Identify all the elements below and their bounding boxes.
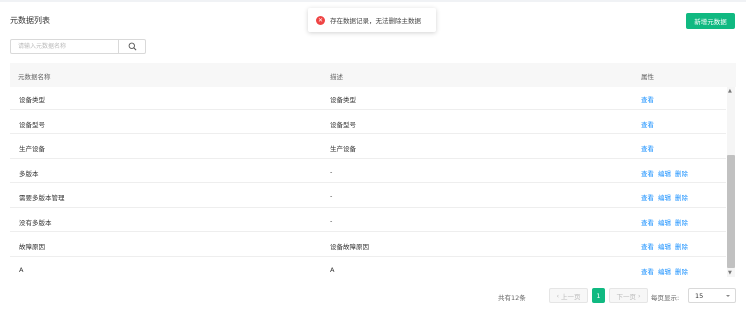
delete-link[interactable]: 删除 [675,219,688,227]
table-row: 生产设备 生产设备 查看 [10,134,726,159]
cell-description: 设备类型 [330,94,356,104]
cell-description: A [330,266,334,274]
cell-name: A [19,266,23,274]
table-row: 多版本 - 查看编辑删除 [10,159,726,184]
next-page-label: 下一页 [616,291,636,301]
table-body: 设备类型设备类型查看设备型号设备型号查看生产设备生产设备查看多版本-查看编辑删除… [10,87,736,277]
cell-actions: 查看编辑删除 [641,168,692,178]
table-row: 设备类型 设备类型 查看 [10,87,726,110]
view-link[interactable]: 查看 [641,243,654,251]
cell-actions: 查看编辑删除 [641,241,692,251]
view-link[interactable]: 查看 [641,96,654,104]
prev-page-label: 上一页 [561,291,581,301]
chevron-left-icon: ‹ [556,292,559,300]
search-icon [128,42,137,51]
view-link[interactable]: 查看 [641,145,654,153]
view-link[interactable]: 查看 [641,170,654,178]
table-row: 设备型号 设备型号 查看 [10,110,726,135]
cell-actions: 查看编辑删除 [641,217,692,227]
cell-name: 设备型号 [19,119,45,129]
current-page-button[interactable]: 1 [592,288,605,303]
cell-actions: 查看 [641,94,658,104]
search-input[interactable] [10,39,119,54]
error-toast: ✕ 存在数据记录，无法删除主数据 [308,8,436,32]
cell-name: 没有多版本 [19,217,52,227]
edit-link[interactable]: 编辑 [658,243,671,251]
scroll-up-icon[interactable]: ▲ [728,88,732,94]
close-circle-icon: ✕ [316,16,325,25]
cell-name: 设备类型 [19,94,45,104]
toast-message: 存在数据记录，无法删除主数据 [330,15,421,25]
search-bar [10,39,146,54]
column-header-attributes: 属性 [641,71,654,81]
main-card: 元数据列表 新增元数据 元数据名称 描述 属性 设备类型设备类型查看设备型号设备… [0,2,746,316]
table-scrollbar[interactable]: ▲ ▼ [727,87,735,277]
cell-name: 故障原因 [19,241,45,251]
scroll-down-icon[interactable]: ▼ [728,270,732,276]
cell-description: - [330,168,332,176]
edit-link[interactable]: 编辑 [658,170,671,178]
page-title: 元数据列表 [10,15,50,26]
column-header-description: 描述 [330,71,343,81]
cell-description: 设备型号 [330,119,356,129]
delete-link[interactable]: 删除 [675,170,688,178]
view-link[interactable]: 查看 [641,268,654,276]
table-row: A A 查看编辑删除 [10,257,726,278]
view-link[interactable]: 查看 [641,194,654,202]
cell-description: 设备故障原因 [330,241,369,251]
table-row: 故障原因 设备故障原因 查看编辑删除 [10,232,726,257]
view-link[interactable]: 查看 [641,219,654,227]
search-button[interactable] [119,39,146,54]
edit-link[interactable]: 编辑 [658,194,671,202]
cell-name: 多版本 [19,168,39,178]
cell-name: 需要多版本管理 [19,192,65,202]
cell-description: 生产设备 [330,143,356,153]
per-page-value: 15 [695,292,703,300]
column-header-name: 元数据名称 [18,71,51,81]
total-count: 共有12条 [498,292,526,302]
delete-link[interactable]: 删除 [675,243,688,251]
prev-page-button[interactable]: ‹ 上一页 [549,288,588,303]
delete-link[interactable]: 删除 [675,268,688,276]
add-metadata-button[interactable]: 新增元数据 [686,13,735,29]
cell-actions: 查看编辑删除 [641,192,692,202]
scrollbar-thumb[interactable] [727,155,735,268]
cell-name: 生产设备 [19,143,45,153]
edit-link[interactable]: 编辑 [658,219,671,227]
table-row: 需要多版本管理 - 查看编辑删除 [10,183,726,208]
delete-link[interactable]: 删除 [675,194,688,202]
cell-description: - [330,192,332,200]
caret-down-icon [726,295,730,297]
cell-description: - [330,217,332,225]
table-header: 元数据名称 描述 属性 [10,63,736,87]
per-page-select[interactable]: 15 [688,288,736,303]
view-link[interactable]: 查看 [641,121,654,129]
next-page-button[interactable]: 下一页 › [609,288,648,303]
cell-actions: 查看 [641,143,658,153]
cell-actions: 查看 [641,119,658,129]
cell-actions: 查看编辑删除 [641,266,692,276]
chevron-right-icon: › [638,292,641,300]
table-row: 没有多版本 - 查看编辑删除 [10,208,726,233]
per-page-label: 每页显示: [651,292,679,302]
edit-link[interactable]: 编辑 [658,268,671,276]
